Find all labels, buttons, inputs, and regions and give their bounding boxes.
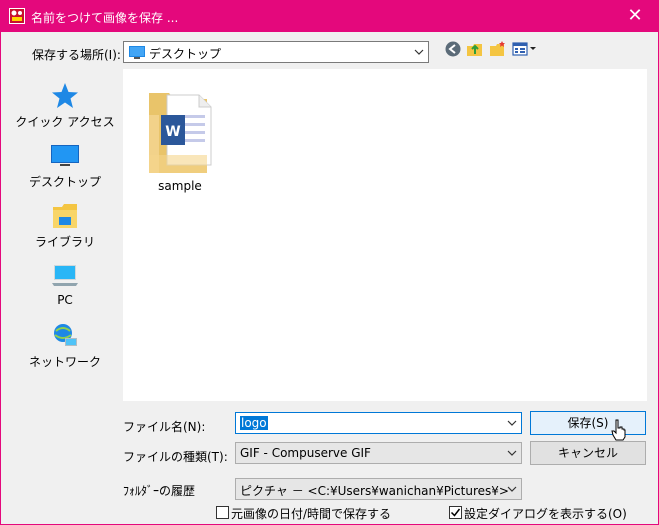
keep-date-checkbox[interactable] [216,506,229,519]
chevron-down-icon [503,443,521,463]
save-location-value: デスクトップ [149,47,222,61]
place-label: ライブラリ [34,235,95,249]
pc-icon [52,265,78,286]
filename-input[interactable]: logo [235,412,522,434]
library-icon [53,204,77,228]
save-button[interactable]: 保存(S) [530,411,646,435]
close-icon: ✕ [627,5,643,26]
place-desktop[interactable]: デスクトップ [14,141,116,197]
back-arrow-icon [445,41,461,57]
place-library[interactable]: ライブラリ [14,201,116,257]
save-location-select[interactable]: デスクトップ [123,41,429,63]
close-button[interactable]: ✕ [612,1,658,32]
hand-cursor-icon [611,419,626,441]
history-select[interactable]: ピクチャ － <C:¥Users¥wanichan¥Pictures¥> [235,478,522,500]
desktop-small-icon [129,46,145,59]
save-location-label: 保存する場所(I): [32,48,121,62]
filename-label: ファイル名(N): [123,420,206,434]
show-settings-checkbox[interactable] [449,506,462,519]
places-bar: クイック アクセス デスクトップ ライブラリ PC ネットワーク [14,69,116,401]
filetype-select[interactable]: GIF - Compuserve GIF [235,442,522,464]
title-bar[interactable]: 名前をつけて画像を保存 ... ✕ [1,1,658,32]
network-icon [54,324,77,346]
cancel-button[interactable]: キャンセル [530,441,646,465]
show-settings-label: 設定ダイアログを表示する(O) [464,507,627,521]
app-icon [9,8,25,24]
new-folder-icon [490,41,505,56]
desktop-icon [51,145,79,166]
place-network[interactable]: ネットワーク [14,321,116,377]
up-folder-icon [467,44,482,56]
filename-value: logo [240,416,268,430]
place-label: ネットワーク [28,355,101,369]
window-title: 名前をつけて画像を保存 ... [31,11,179,25]
chevron-down-icon [410,42,428,62]
quick-access-star-icon [52,83,78,108]
view-menu-button[interactable] [512,40,538,60]
svg-text:W: W [165,124,180,140]
file-list[interactable]: W sample [123,69,647,401]
file-name: sample [158,179,202,193]
chevron-down-icon [503,413,521,433]
new-folder-button[interactable] [489,40,509,60]
history-label: ﾌｫﾙﾀﾞｰの履歴 [123,484,196,498]
filetype-value: GIF - Compuserve GIF [240,446,371,460]
chevron-down-icon [503,479,521,499]
up-folder-button[interactable] [466,40,486,60]
keep-date-label: 元画像の日付/時間で保存する [231,507,392,521]
history-value: ピクチャ － <C:¥Users¥wanichan¥Pictures¥> [240,484,509,498]
folder-word-icon: W [149,93,212,173]
checkmark-icon [450,508,461,517]
filetype-label: ファイルの種類(T): [123,450,228,464]
place-label: デスクトップ [28,175,101,189]
place-label: PC [57,293,73,307]
list-item[interactable]: W sample [143,83,217,193]
place-pc[interactable]: PC [14,261,116,317]
back-button[interactable] [444,40,464,60]
place-quick-access[interactable]: クイック アクセス [14,81,116,137]
view-menu-icon [512,42,536,56]
place-label: クイック アクセス [15,115,115,129]
save-image-dialog: 名前をつけて画像を保存 ... ✕ 保存する場所(I): デスクトップ クイック… [0,0,659,525]
